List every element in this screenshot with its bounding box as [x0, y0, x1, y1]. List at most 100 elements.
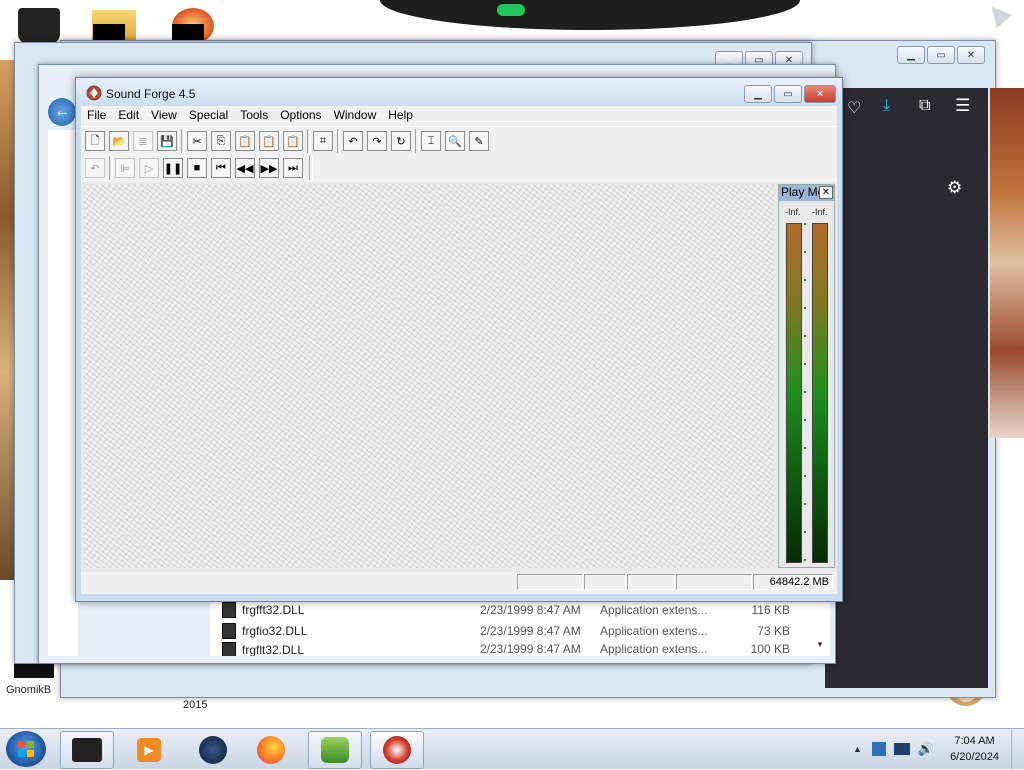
play-meter-panel: Play Me ✕ -Inf. -Inf.	[778, 184, 835, 568]
firefox-toolbar-dark: ♡ ⤓ ⧉ ☰ ⚙	[825, 88, 988, 688]
meter-ticks	[804, 223, 806, 563]
cursor-arrow-icon	[983, 0, 1013, 29]
toolbar-separator	[415, 129, 419, 153]
new-file-icon[interactable]: 🗋	[85, 131, 105, 151]
right-channel-peak: -Inf.	[812, 207, 828, 217]
hat-icon	[72, 738, 102, 762]
show-desktop-button[interactable]	[1011, 729, 1024, 769]
repeat-icon[interactable]: ↻	[391, 131, 411, 151]
file-name: frgfio32.DLL	[242, 624, 308, 638]
taskbar-app-media-player[interactable]: ▶	[122, 731, 176, 769]
cut-icon[interactable]: ✂	[187, 131, 207, 151]
file-type: Application extens...	[600, 642, 708, 656]
maximize-button[interactable]: ▭	[774, 85, 802, 103]
save-icon[interactable]: 💾	[157, 131, 177, 151]
trim-crop-icon[interactable]: ⌗	[313, 131, 333, 151]
taskbar-app-sound-forge[interactable]	[370, 731, 424, 769]
volume-icon[interactable]: 🔊	[918, 741, 934, 757]
menu-edit[interactable]: Edit	[112, 106, 145, 126]
download-icon[interactable]: ⤓	[883, 97, 890, 115]
menu-view[interactable]: View	[145, 106, 183, 126]
paste-crossfade-icon[interactable]: 📋	[283, 131, 303, 151]
magnify-tool-icon[interactable]: 🔍	[445, 131, 465, 151]
taskbar-app-hat[interactable]	[60, 731, 114, 769]
loop-play-icon[interactable]: ⊫	[115, 158, 135, 178]
toolbar-separator	[109, 156, 113, 180]
pause-icon[interactable]: ❚❚	[163, 158, 183, 178]
settings-gear-icon[interactable]: ⚙	[947, 178, 962, 198]
pocket-icon[interactable]: ♡	[847, 98, 861, 118]
taskbar-app-users[interactable]	[308, 731, 362, 769]
open-folder-icon[interactable]: 📂	[109, 131, 129, 151]
menu-options[interactable]: Options	[274, 106, 327, 126]
taskbar-app-firefox[interactable]	[244, 731, 298, 769]
taskbar-app-globe[interactable]	[186, 731, 240, 769]
paste-mix-icon[interactable]: 📋	[259, 131, 279, 151]
file-row[interactable]: frgfio32.DLL 2/23/1999 8:47 AM Applicati…	[222, 621, 790, 641]
toolbar-separator	[307, 129, 311, 153]
toolbar-separator	[309, 156, 313, 180]
right-channel-meter	[812, 223, 828, 563]
save-as-icon[interactable]: ≣	[133, 131, 153, 151]
paste-icon[interactable]: 📋	[235, 131, 255, 151]
file-row[interactable]: frgflt32.DLL 2/23/1999 8:47 AM Applicati…	[222, 642, 790, 656]
fast-forward-icon[interactable]: ▶▶	[259, 158, 279, 178]
maximize-button[interactable]: ▭	[927, 46, 955, 64]
rewind-icon[interactable]: ◀◀	[235, 158, 255, 178]
pencil-tool-icon[interactable]: ✎	[469, 131, 489, 151]
start-button[interactable]	[6, 731, 46, 767]
toolbar-separator	[337, 129, 341, 153]
taskbar-clock[interactable]: 7:04 AM 6/20/2024	[938, 733, 1011, 765]
system-tray: ▲ 🔊 7:04 AM 6/20/2024	[847, 729, 1024, 769]
close-button[interactable]: ✕	[957, 46, 985, 64]
window-title: Sound Forge 4.5	[106, 87, 196, 101]
file-size: 73 KB	[757, 624, 790, 638]
status-cell	[627, 574, 675, 590]
toolbar-separator	[181, 129, 185, 153]
menu-help[interactable]: Help	[382, 106, 419, 126]
menu-window[interactable]: Window	[328, 106, 383, 126]
show-hidden-icons-icon[interactable]: ▲	[847, 744, 868, 754]
redo-icon[interactable]: ↷	[367, 131, 387, 151]
stop-icon[interactable]: ■	[187, 158, 207, 178]
menu-file[interactable]: File	[81, 106, 112, 126]
taskbar: ▶ ▲ 🔊 7:04 AM 6/20/2024	[0, 728, 1024, 769]
undo-icon[interactable]: ↶	[343, 131, 363, 151]
users-icon	[321, 737, 349, 763]
firefox-icon	[257, 736, 285, 764]
copy-icon[interactable]: ⎘	[211, 131, 231, 151]
menu-tools[interactable]: Tools	[234, 106, 274, 126]
file-type: Application extens...	[600, 624, 708, 638]
play-icon[interactable]: ▷	[139, 158, 159, 178]
file-row[interactable]: frgfft32.DLL 2/23/1999 8:47 AM Applicati…	[222, 600, 790, 620]
desktop-icon-hat[interactable]	[18, 8, 60, 44]
menu-special[interactable]: Special	[183, 106, 234, 126]
minimize-button[interactable]: ▁	[897, 46, 925, 64]
extensions-icon[interactable]: ⧉	[919, 97, 930, 115]
dll-file-icon	[222, 642, 236, 656]
explorer-back-button[interactable]: ←	[48, 98, 76, 126]
record-icon[interactable]: ↶	[85, 158, 105, 178]
file-date: 2/23/1999 8:47 AM	[480, 642, 581, 656]
edit-tool-icon[interactable]: ⌶	[421, 131, 441, 151]
windows-logo-icon	[18, 741, 34, 757]
close-icon[interactable]: ✕	[819, 186, 833, 199]
go-to-end-icon[interactable]: ⏭	[283, 158, 303, 178]
left-channel-meter	[786, 223, 802, 563]
wallpaper-indicator	[497, 4, 525, 16]
file-name: frgflt32.DLL	[242, 643, 305, 656]
file-type: Application extens...	[600, 603, 708, 617]
media-player-icon: ▶	[137, 738, 161, 762]
close-button[interactable]: ✕	[804, 85, 836, 103]
network-icon[interactable]	[871, 742, 886, 756]
go-to-start-icon[interactable]: ⏮	[211, 158, 231, 178]
sound-forge-logo-icon	[86, 85, 102, 101]
sound-forge-window[interactable]: Sound Forge 4.5 ▁ ▭ ✕ File Edit View Spe…	[75, 77, 843, 602]
scroll-down-arrow-icon[interactable]: ▼	[816, 640, 824, 649]
minimize-button[interactable]: ▁	[744, 85, 772, 103]
title-bar[interactable]: Sound Forge 4.5 ▁ ▭ ✕	[76, 78, 842, 108]
file-name: frgfft32.DLL	[242, 603, 305, 617]
monitor-icon[interactable]	[893, 743, 910, 755]
dll-file-icon	[222, 602, 236, 618]
menu-icon[interactable]: ☰	[955, 96, 970, 116]
